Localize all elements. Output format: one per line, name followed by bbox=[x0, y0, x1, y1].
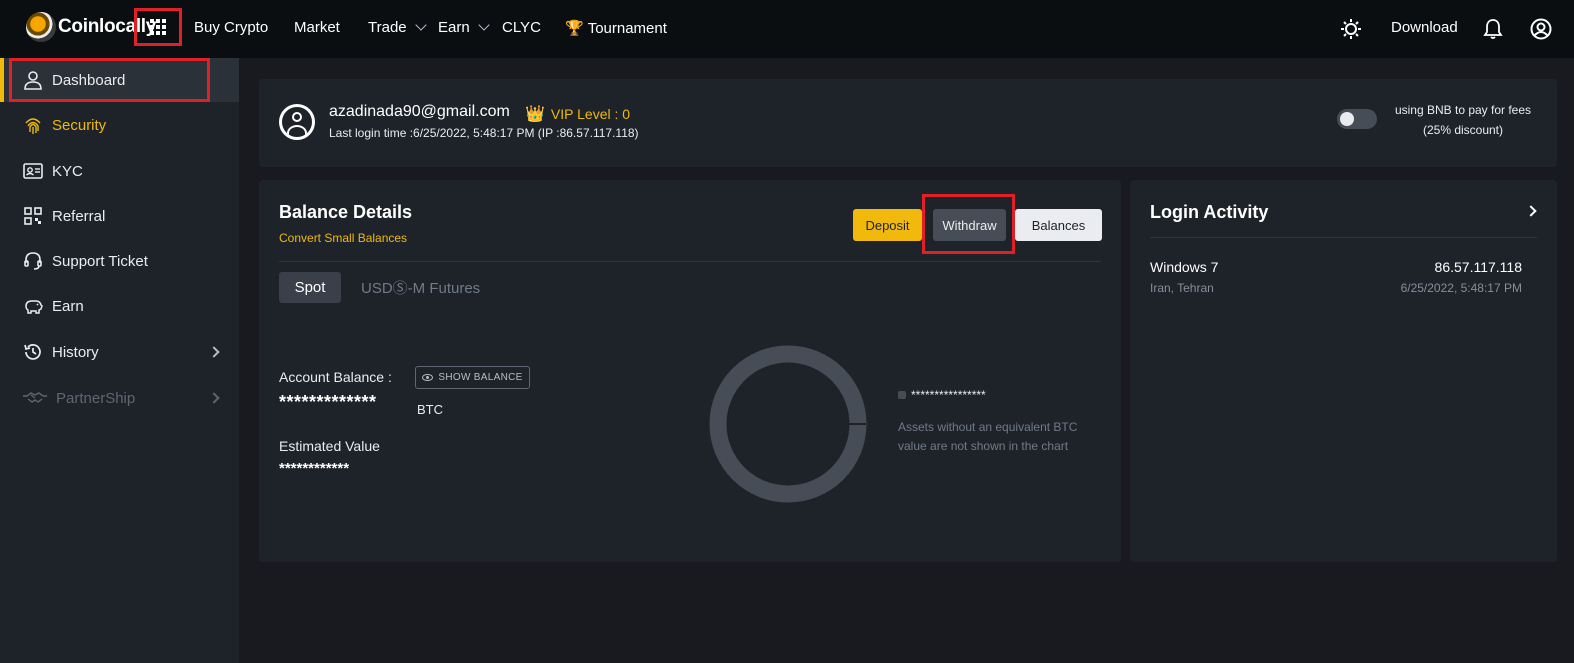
eye-icon bbox=[422, 374, 434, 381]
sidebar-item-earn[interactable]: Earn bbox=[0, 284, 239, 328]
profile-card: azadinada90@gmail.com 👑 VIP Level : 0 La… bbox=[259, 79, 1557, 167]
nav-trade-label: Trade bbox=[368, 19, 407, 36]
nav-buy-crypto[interactable]: Buy Crypto bbox=[194, 19, 268, 36]
legend-label: **************** bbox=[911, 388, 986, 402]
donut-ring bbox=[709, 345, 867, 503]
sidebar-item-label: PartnerShip bbox=[56, 389, 136, 407]
bell-icon[interactable] bbox=[1483, 18, 1503, 40]
balances-button[interactable]: Balances bbox=[1015, 209, 1102, 241]
balance-details-card: Balance Details Convert Small Balances D… bbox=[259, 180, 1121, 562]
nav-market[interactable]: Market bbox=[294, 19, 340, 36]
sidebar-item-label: Security bbox=[52, 116, 107, 134]
nav-tournament[interactable]: 🏆 Tournament bbox=[565, 19, 667, 38]
sidebar-item-partnership[interactable]: PartnerShip bbox=[0, 376, 239, 420]
chevron-down-icon bbox=[478, 19, 490, 31]
login-activity-title: Login Activity bbox=[1150, 202, 1269, 222]
user-email: azadinada90@gmail.com bbox=[329, 103, 510, 120]
convert-small-balances-link[interactable]: Convert Small Balances bbox=[279, 231, 407, 245]
chevron-right-icon bbox=[208, 346, 220, 358]
show-balance-label: SHOW BALANCE bbox=[438, 372, 523, 383]
login-os: Windows 7 bbox=[1150, 259, 1219, 275]
history-icon bbox=[24, 344, 41, 360]
avatar bbox=[279, 104, 315, 140]
bnb-fee-line2: (25% discount) bbox=[1422, 123, 1504, 137]
login-time: 6/25/2022, 5:48:17 PM bbox=[1400, 281, 1522, 295]
trophy-icon: 🏆 bbox=[565, 20, 584, 37]
top-nav: Coinlocally Buy Crypto Market Trade Earn… bbox=[0, 0, 1574, 58]
nav-clyc[interactable]: CLYC bbox=[502, 19, 541, 36]
balance-title: Balance Details bbox=[279, 202, 413, 222]
sidebar-item-support-ticket[interactable]: Support Ticket bbox=[0, 239, 239, 283]
estimated-value-label: Estimated Value bbox=[279, 438, 380, 454]
bnb-fee-line1: using BNB to pay for fees bbox=[1394, 103, 1532, 117]
bnb-fee-label: using BNB to pay for fees (25% discount) bbox=[1385, 100, 1541, 140]
sidebar-item-dashboard[interactable]: Dashboard bbox=[0, 58, 239, 102]
vip-level-label: VIP Level : 0 bbox=[550, 106, 631, 122]
account-balance-value: ************* bbox=[279, 392, 377, 412]
sidebar-item-label: Referral bbox=[52, 207, 106, 225]
login-activity-card: Login Activity Windows 7 86.57.117.118 I… bbox=[1130, 180, 1557, 562]
headset-icon bbox=[24, 252, 42, 270]
sidebar-item-label: KYC bbox=[52, 162, 83, 180]
sidebar-item-history[interactable]: History bbox=[0, 330, 239, 374]
show-balance-button[interactable]: SHOW BALANCE bbox=[415, 366, 530, 389]
logo-mark-icon bbox=[26, 12, 56, 42]
nav-earn[interactable]: Earn bbox=[438, 19, 490, 36]
sun-icon[interactable] bbox=[1340, 18, 1362, 40]
deposit-button[interactable]: Deposit bbox=[853, 209, 922, 241]
highlight-box bbox=[9, 58, 210, 102]
download-link[interactable]: Download bbox=[1391, 19, 1458, 36]
apps-grid-icon bbox=[150, 19, 166, 35]
sidebar: Dashboard Security KYC Referral Support … bbox=[0, 58, 239, 663]
chevron-right-icon bbox=[208, 392, 220, 404]
vip-level[interactable]: 👑 VIP Level : 0 bbox=[525, 104, 630, 124]
login-ip: 86.57.117.118 bbox=[1434, 259, 1522, 275]
balance-donut-chart bbox=[709, 345, 867, 503]
nav-trade[interactable]: Trade bbox=[368, 19, 427, 36]
legend-swatch bbox=[898, 391, 906, 399]
nav-tournament-label: Tournament bbox=[587, 19, 667, 37]
last-login: Last login time :6/25/2022, 5:48:17 PM (… bbox=[329, 126, 639, 140]
fingerprint-icon bbox=[25, 118, 41, 134]
sidebar-item-kyc[interactable]: KYC bbox=[0, 149, 239, 193]
login-location: Iran, Tehran bbox=[1150, 281, 1214, 295]
sidebar-item-referral[interactable]: Referral bbox=[0, 194, 239, 238]
divider bbox=[279, 261, 1101, 262]
sidebar-item-label: Earn bbox=[52, 297, 84, 315]
account-balance-unit: BTC bbox=[417, 402, 443, 417]
estimated-value: ************ bbox=[279, 460, 350, 477]
chart-note: Assets without an equivalent BTC value a… bbox=[898, 420, 1078, 453]
chevron-down-icon bbox=[414, 19, 427, 31]
withdraw-button[interactable]: Withdraw bbox=[933, 209, 1006, 241]
crown-icon: 👑 bbox=[525, 106, 545, 123]
apps-menu-button[interactable] bbox=[134, 8, 182, 46]
account-balance-label: Account Balance : bbox=[279, 369, 392, 385]
id-card-icon bbox=[23, 163, 43, 179]
piggy-bank-icon bbox=[25, 300, 43, 314]
account-icon[interactable] bbox=[1530, 18, 1552, 40]
sidebar-item-label: Support Ticket bbox=[52, 252, 148, 270]
nav-earn-label: Earn bbox=[438, 19, 470, 36]
qr-code-icon bbox=[24, 207, 42, 225]
divider bbox=[1150, 237, 1537, 238]
tab-spot[interactable]: Spot bbox=[279, 272, 341, 303]
tab-usds-m-futures[interactable]: USDⓈ-M Futures bbox=[361, 277, 480, 298]
chevron-right-icon[interactable] bbox=[1525, 205, 1537, 217]
handshake-icon bbox=[23, 392, 47, 403]
sidebar-item-security[interactable]: Security bbox=[0, 103, 239, 147]
sidebar-item-label: History bbox=[52, 343, 99, 361]
bnb-fee-toggle[interactable] bbox=[1337, 109, 1377, 129]
